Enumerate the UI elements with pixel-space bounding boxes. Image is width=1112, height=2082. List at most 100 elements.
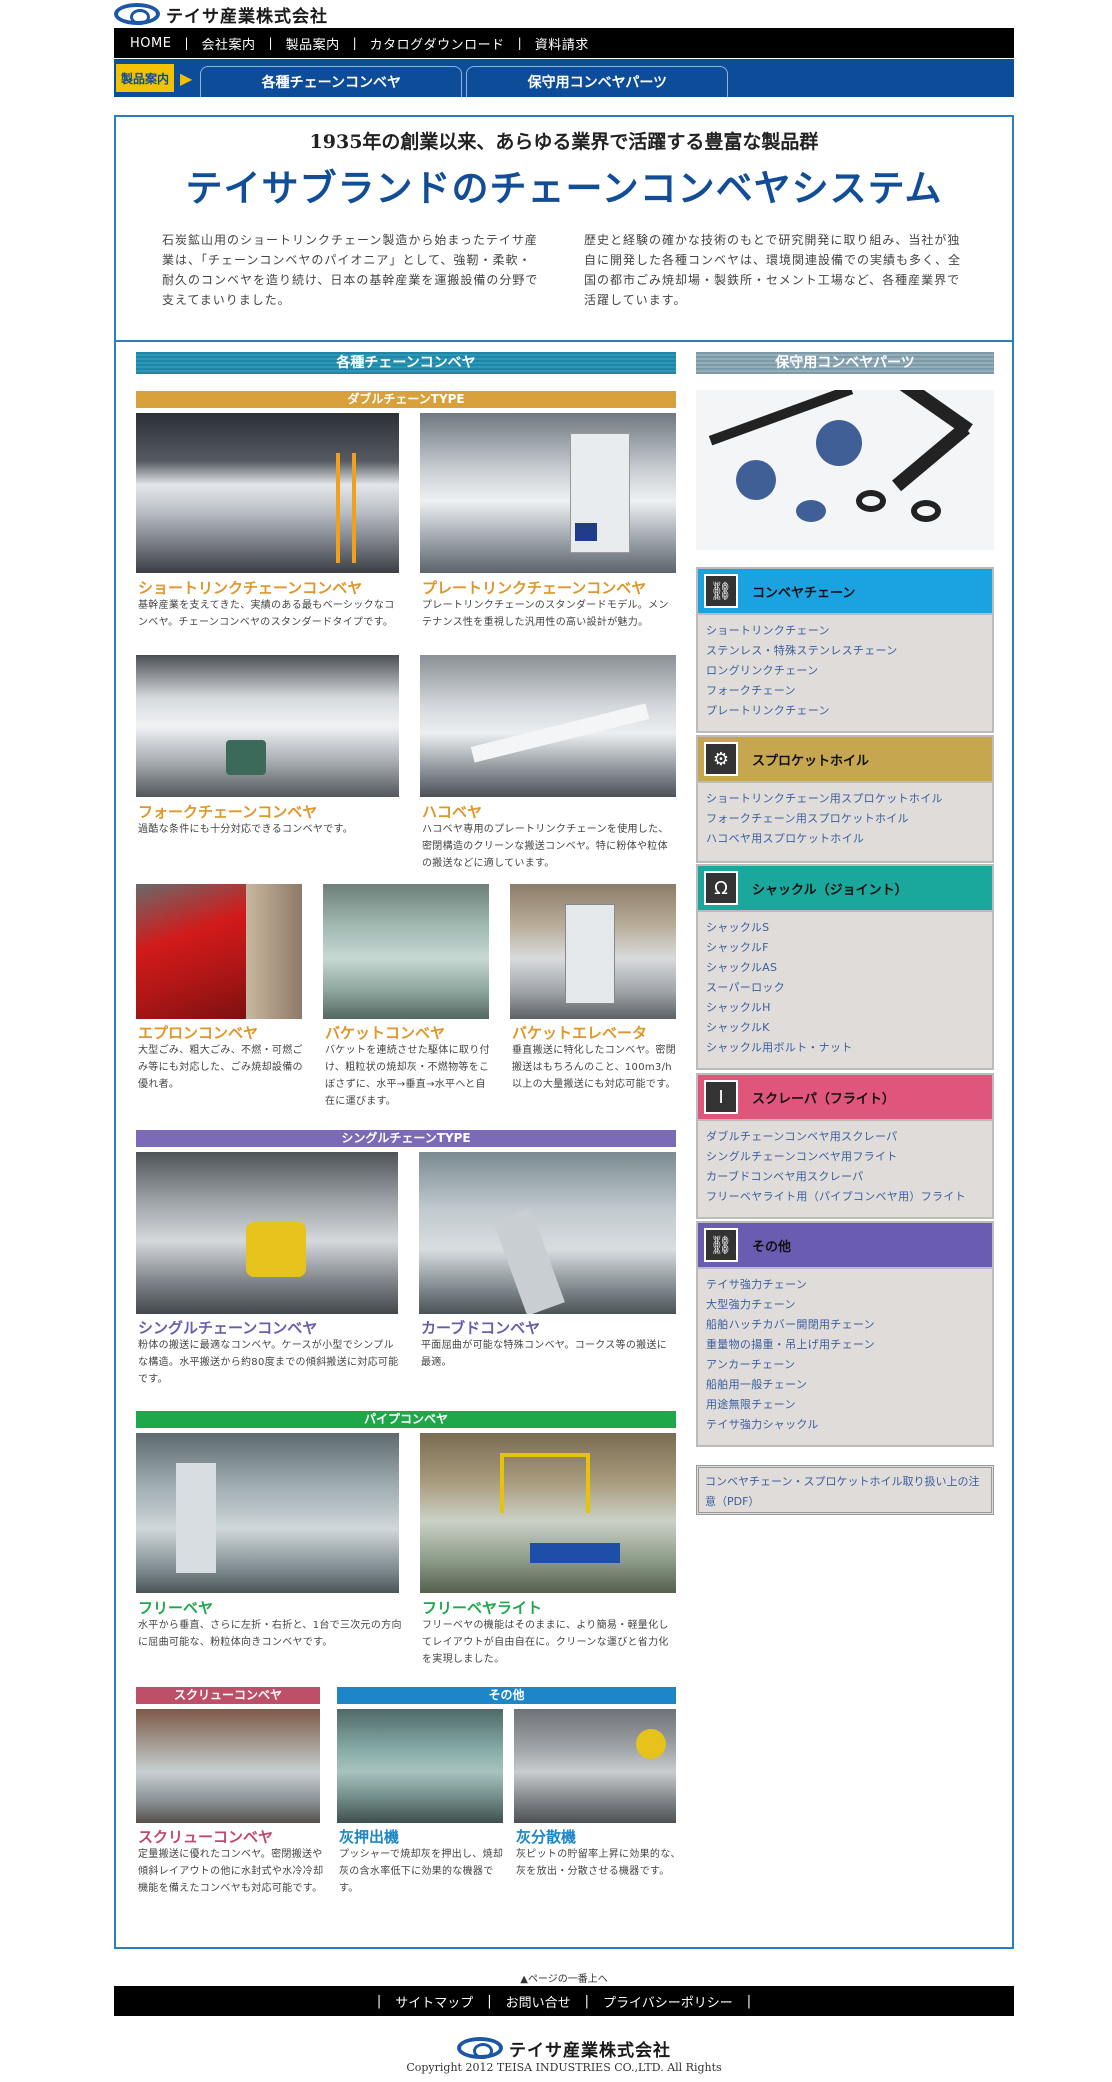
product-title[interactable]: バケットエレベータ: [512, 1022, 647, 1043]
category-list: ショートリンクチェーン用スプロケットホイル フォークチェーン用スプロケットホイル…: [696, 783, 994, 863]
product-title[interactable]: 灰押出機: [339, 1826, 399, 1847]
parts-link[interactable]: カーブドコンベヤ用スクレーパ: [706, 1167, 984, 1187]
category-conveyor-chain[interactable]: ⛓ コンベヤチェーン: [696, 567, 994, 615]
footer-privacy[interactable]: プライバシーポリシー: [603, 1992, 733, 2011]
nav-separator: |: [352, 36, 357, 50]
photo-bucket-elevator[interactable]: [510, 884, 676, 1019]
photo-plate-link-chain-conveyor[interactable]: [420, 413, 676, 573]
nav-request[interactable]: 資料請求: [535, 34, 589, 53]
photo-ash-extruder[interactable]: [337, 1709, 503, 1823]
product-desc: 平面屈曲が可能な特殊コンベヤ。コークス等の搬送に最適。: [421, 1340, 668, 1368]
product-desc: 過酷な条件にも十分対応できるコンベヤです。: [138, 824, 354, 835]
scraper-icon: I: [704, 1080, 738, 1114]
category-other[interactable]: ⛓ その他: [696, 1221, 994, 1269]
category-name: スプロケットホイル: [752, 753, 870, 769]
company-name: テイサ産業株式会社: [166, 6, 328, 27]
parts-link[interactable]: シャックルH: [706, 998, 984, 1018]
category-shackle[interactable]: Ω シャックル（ジョイント）: [696, 864, 994, 912]
parts-link[interactable]: フォークチェーン用スプロケットホイル: [706, 809, 984, 829]
photo-single-chain-conveyor[interactable]: [136, 1152, 398, 1314]
parts-link[interactable]: フリーベヤライト用（パイプコンベヤ用）フライト: [706, 1187, 984, 1207]
category-list: ショートリンクチェーン ステンレス・特殊ステンレスチェーン ロングリンクチェーン…: [696, 615, 994, 733]
parts-link[interactable]: 用途無限チェーン: [706, 1395, 984, 1415]
parts-link[interactable]: ステンレス・特殊ステンレスチェーン: [706, 641, 984, 661]
category-name: コンベヤチェーン: [752, 585, 856, 601]
gear-icon: ⚙: [704, 742, 738, 776]
photo-apron-conveyor[interactable]: [136, 884, 302, 1019]
category-scraper[interactable]: I スクレーパ（フライト）: [696, 1073, 994, 1121]
parts-link[interactable]: フォークチェーン: [706, 681, 984, 701]
product-title[interactable]: スクリューコンベヤ: [138, 1826, 273, 1847]
photo-screw-conveyor[interactable]: [136, 1709, 320, 1823]
photo-freeveyor-light[interactable]: [420, 1433, 676, 1593]
photo-curved-conveyor[interactable]: [419, 1152, 676, 1314]
nav-company[interactable]: 会社案内: [202, 34, 256, 53]
pdf-caution-link[interactable]: コンベヤチェーン・スプロケットホイル取り扱い上の注意（PDF）: [696, 1465, 994, 1515]
parts-link[interactable]: 大型強力チェーン: [706, 1295, 984, 1315]
product-title[interactable]: ショートリンクチェーンコンベヤ: [138, 577, 362, 598]
section-heading-conveyors: 各種チェーンコンベヤ: [136, 352, 676, 374]
parts-link[interactable]: シングルチェーンコンベヤ用フライト: [706, 1147, 984, 1167]
parts-link[interactable]: ロングリンクチェーン: [706, 661, 984, 681]
parts-link[interactable]: アンカーチェーン: [706, 1355, 984, 1375]
section-heading-parts: 保守用コンベヤパーツ: [696, 352, 994, 374]
photo-freeveyor[interactable]: [136, 1433, 399, 1593]
product-title[interactable]: フリーベヤライト: [422, 1597, 542, 1618]
tab-conveyor-parts[interactable]: 保守用コンベヤパーツ: [466, 66, 729, 97]
product-title[interactable]: カーブドコンベヤ: [421, 1317, 540, 1338]
product-desc: フリーベヤの機能はそのままに、より簡易・軽量化してレイアウトが自由自在に。クリー…: [422, 1620, 669, 1665]
product-title[interactable]: エプロンコンベヤ: [138, 1022, 258, 1043]
nav-separator: |: [584, 1993, 590, 2009]
parts-link[interactable]: ショートリンクチェーン: [706, 621, 984, 641]
intro-subtitle: 1935年の創業以来、あらゆる業界で活躍する豊富な製品群: [309, 131, 819, 153]
parts-link[interactable]: シャックルS: [706, 918, 984, 938]
product-title[interactable]: ハコベヤ: [422, 801, 482, 822]
product-title[interactable]: バケットコンベヤ: [325, 1022, 445, 1043]
parts-link[interactable]: シャックルF: [706, 938, 984, 958]
main-content: 1935年の創業以来、あらゆる業界で活躍する豊富な製品群 テイサブランドのチェー…: [114, 115, 1014, 1949]
parts-link[interactable]: シャックル用ボルト・ナット: [706, 1038, 984, 1058]
nav-home[interactable]: HOME: [130, 36, 171, 51]
product-title[interactable]: シングルチェーンコンベヤ: [138, 1317, 317, 1338]
parts-link[interactable]: テイサ強力チェーン: [706, 1275, 984, 1295]
nav-separator: |: [487, 1993, 492, 2009]
type-bar-double: ダブルチェーンTYPE: [136, 391, 676, 408]
product-title[interactable]: 灰分散機: [516, 1826, 576, 1847]
product-title[interactable]: フリーベヤ: [138, 1597, 213, 1618]
parts-link[interactable]: シャックルK: [706, 1018, 984, 1038]
chain-icon: ⛓: [704, 1228, 738, 1262]
parts-link[interactable]: シャックルAS: [706, 958, 984, 978]
product-desc: 粉体の搬送に最適なコンベヤ。ケースが小型でシンプルな構造。水平搬送から約80度ま…: [138, 1340, 399, 1385]
footer-logo[interactable]: テイサ産業株式会社: [114, 2036, 1014, 2061]
company-logo[interactable]: テイサ産業株式会社: [114, 2, 1014, 27]
nav-separator: |: [268, 36, 273, 50]
intro-section: 1935年の創業以来、あらゆる業界で活躍する豊富な製品群 テイサブランドのチェー…: [116, 127, 1012, 342]
photo-fork-chain-conveyor[interactable]: [136, 655, 399, 797]
parts-link[interactable]: 船舶ハッチカバー開閉用チェーン: [706, 1315, 984, 1335]
type-bar-single: シングルチェーンTYPE: [136, 1130, 676, 1147]
parts-link[interactable]: 船舶用一般チェーン: [706, 1375, 984, 1395]
parts-link[interactable]: テイサ強力シャックル: [706, 1415, 984, 1435]
parts-link[interactable]: 重量物の揚重・吊上げ用チェーン: [706, 1335, 984, 1355]
footer-sitemap[interactable]: サイトマップ: [395, 1992, 473, 2011]
product-desc: バケットを連続させた駆体に取り付け、粗粒状の焼却灰・不燃物等をこぼさずに、水平→…: [325, 1045, 490, 1107]
parts-link[interactable]: スーパーロック: [706, 978, 984, 998]
parts-link[interactable]: プレートリンクチェーン: [706, 701, 984, 721]
page-top-link[interactable]: ▲ページの一番上へ: [114, 1970, 1014, 1985]
category-sprocket[interactable]: ⚙ スプロケットホイル: [696, 735, 994, 783]
product-title[interactable]: プレートリンクチェーンコンベヤ: [422, 577, 646, 598]
photo-ash-disperser[interactable]: [514, 1709, 676, 1823]
photo-bucket-conveyor[interactable]: [323, 884, 489, 1019]
parts-link[interactable]: ダブルチェーンコンベヤ用スクレーパ: [706, 1127, 984, 1147]
photo-short-link-chain-conveyor[interactable]: [136, 413, 399, 573]
photo-hakobeya[interactable]: [420, 655, 676, 797]
nav-products[interactable]: 製品案内: [286, 34, 340, 53]
product-title[interactable]: フォークチェーンコンベヤ: [138, 801, 317, 822]
tab-chain-conveyors[interactable]: 各種チェーンコンベヤ: [200, 66, 463, 97]
parts-link[interactable]: ショートリンクチェーン用スプロケットホイル: [706, 789, 984, 809]
category-name: シャックル（ジョイント）: [752, 882, 908, 898]
nav-catalog[interactable]: カタログダウンロード: [370, 34, 505, 53]
copyright: Copyright 2012 TEISA INDUSTRIES CO.,LTD.…: [406, 2061, 722, 2074]
footer-contact[interactable]: お問い合せ: [506, 1992, 571, 2011]
parts-link[interactable]: ハコベヤ用スプロケットホイル: [706, 829, 984, 849]
